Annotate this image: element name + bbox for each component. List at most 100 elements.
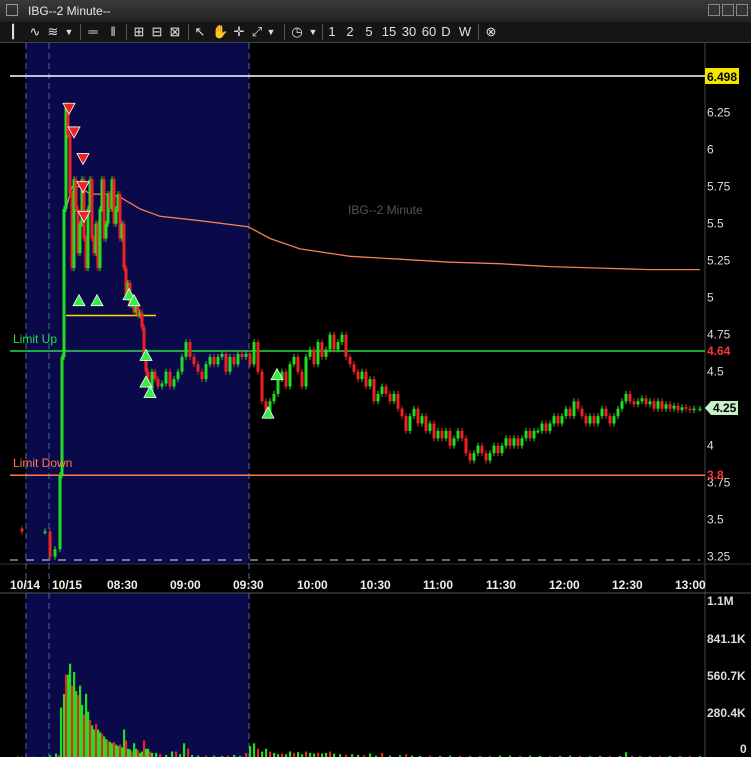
candle-body (496, 445, 500, 454)
candle-body (164, 371, 168, 384)
vertical-lines-icon[interactable]: ‖ (106, 24, 120, 40)
chart-canvas[interactable]: IBG--2 Minute 6.25 6 5.75 5.5 5.25 5 4.75 4.5 4.… (0, 43, 751, 757)
snapshot-icon[interactable]: ⊠ (168, 24, 182, 40)
candle-body (260, 371, 264, 402)
crosshair-icon[interactable]: ✛ (232, 24, 246, 40)
candle-body (436, 430, 440, 439)
candle-body (412, 408, 416, 417)
candle-body (212, 356, 216, 365)
time-tick-label: 08:30 (107, 578, 138, 592)
candle-body (276, 379, 280, 394)
candle-body (204, 364, 208, 380)
premarket-volume-shading (26, 593, 249, 757)
layout-icon[interactable]: ⊟ (150, 24, 164, 40)
chevron-down-icon[interactable]: ▼ (266, 24, 276, 40)
candle-body (58, 475, 62, 550)
candle-body (284, 371, 288, 387)
app-icon (6, 4, 18, 16)
study-icon[interactable]: ≋ (46, 24, 60, 40)
time-tick-label: 09:30 (233, 578, 264, 592)
toolbar-divider (80, 24, 81, 40)
candle-body (196, 364, 200, 372)
volume-tick-label: 841.1K (707, 632, 746, 646)
candle-body (564, 408, 568, 417)
candle-body (648, 401, 652, 405)
volume-bar (73, 671, 76, 757)
candle-body (153, 371, 157, 380)
candle-body (420, 416, 424, 424)
volume-bar (83, 714, 86, 757)
volume-bar (93, 729, 96, 757)
interval-d[interactable]: D (440, 24, 452, 40)
volume-bar (71, 685, 74, 757)
trendline-icon[interactable]: ⤢ (250, 24, 264, 40)
volume-bar (249, 746, 252, 757)
candle-body (608, 416, 612, 424)
volume-bar (105, 739, 108, 757)
interval-w[interactable]: W (458, 24, 472, 40)
interval-60[interactable]: 60 (420, 24, 438, 40)
interval-5[interactable]: 5 (363, 24, 375, 40)
limit-down-label: Limit Down (13, 456, 72, 470)
candle-body (388, 393, 392, 402)
hand-icon[interactable]: ✋ (212, 24, 228, 40)
candle-body (504, 438, 508, 446)
grid-icon[interactable]: ⊞ (132, 24, 146, 40)
interval-2[interactable]: 2 (344, 24, 356, 40)
indicator-icon[interactable]: ∿ (28, 24, 42, 40)
candle-body (236, 353, 240, 365)
toolbar-divider (478, 24, 479, 40)
cancel-icon[interactable]: ⊗ (484, 24, 498, 40)
volume-bar (149, 751, 152, 757)
volume-bar (143, 740, 146, 757)
candle-body (464, 438, 468, 454)
maximize-button[interactable] (722, 4, 734, 16)
candle-body (90, 179, 94, 239)
candle-body (640, 398, 644, 402)
volume-bar (261, 751, 264, 757)
candle-body (392, 393, 396, 402)
horizontal-lines-icon[interactable]: ═ (86, 24, 100, 40)
minimize-button[interactable] (708, 4, 720, 16)
close-button[interactable] (736, 4, 748, 16)
candle-body (316, 342, 320, 365)
candle-body (584, 416, 588, 424)
volume-bar (151, 752, 154, 757)
time-tick-label: 10:00 (297, 578, 328, 592)
candle-body (416, 408, 420, 424)
time-tick-label: 10/14 (10, 578, 40, 592)
volume-tick-label: 1.1M (707, 594, 734, 608)
volume-bar (135, 748, 138, 757)
candle-body (320, 342, 324, 357)
candle-body (328, 334, 332, 350)
pointer-icon[interactable]: ↖ (193, 24, 207, 40)
volume-tick-label: 280.4K (707, 706, 746, 720)
time-tick-label: 11:00 (423, 578, 453, 592)
time-tick-label: 10:30 (360, 578, 391, 592)
interval-15[interactable]: 15 (380, 24, 398, 40)
candle-body (588, 416, 592, 424)
candle-body (468, 453, 472, 461)
candle-body (660, 401, 664, 409)
time-tick-label: 12:30 (612, 578, 643, 592)
chevron-down-icon[interactable]: ▼ (64, 24, 74, 40)
candle-body (288, 364, 292, 387)
interval-1[interactable]: 1 (326, 24, 338, 40)
candle-body (86, 208, 90, 269)
price-tick-label: 6.25 (707, 106, 731, 120)
volume-bar (281, 753, 284, 757)
chevron-down-icon[interactable]: ▼ (308, 24, 318, 40)
candle-body (460, 430, 464, 439)
candle-body (440, 430, 444, 439)
candle-body (596, 416, 600, 424)
chart-type-icon[interactable]: ┃ (6, 24, 20, 40)
volume-bar (305, 751, 308, 757)
interval-30[interactable]: 30 (400, 24, 418, 40)
price-tick-label: 3.25 (707, 550, 731, 564)
clock-icon[interactable]: ◷ (290, 24, 304, 40)
price-tick-label: 5 (707, 291, 714, 305)
volume-bar (187, 748, 190, 757)
volume-bar (111, 743, 114, 757)
candle-body (508, 438, 512, 446)
candle-body (664, 404, 668, 409)
